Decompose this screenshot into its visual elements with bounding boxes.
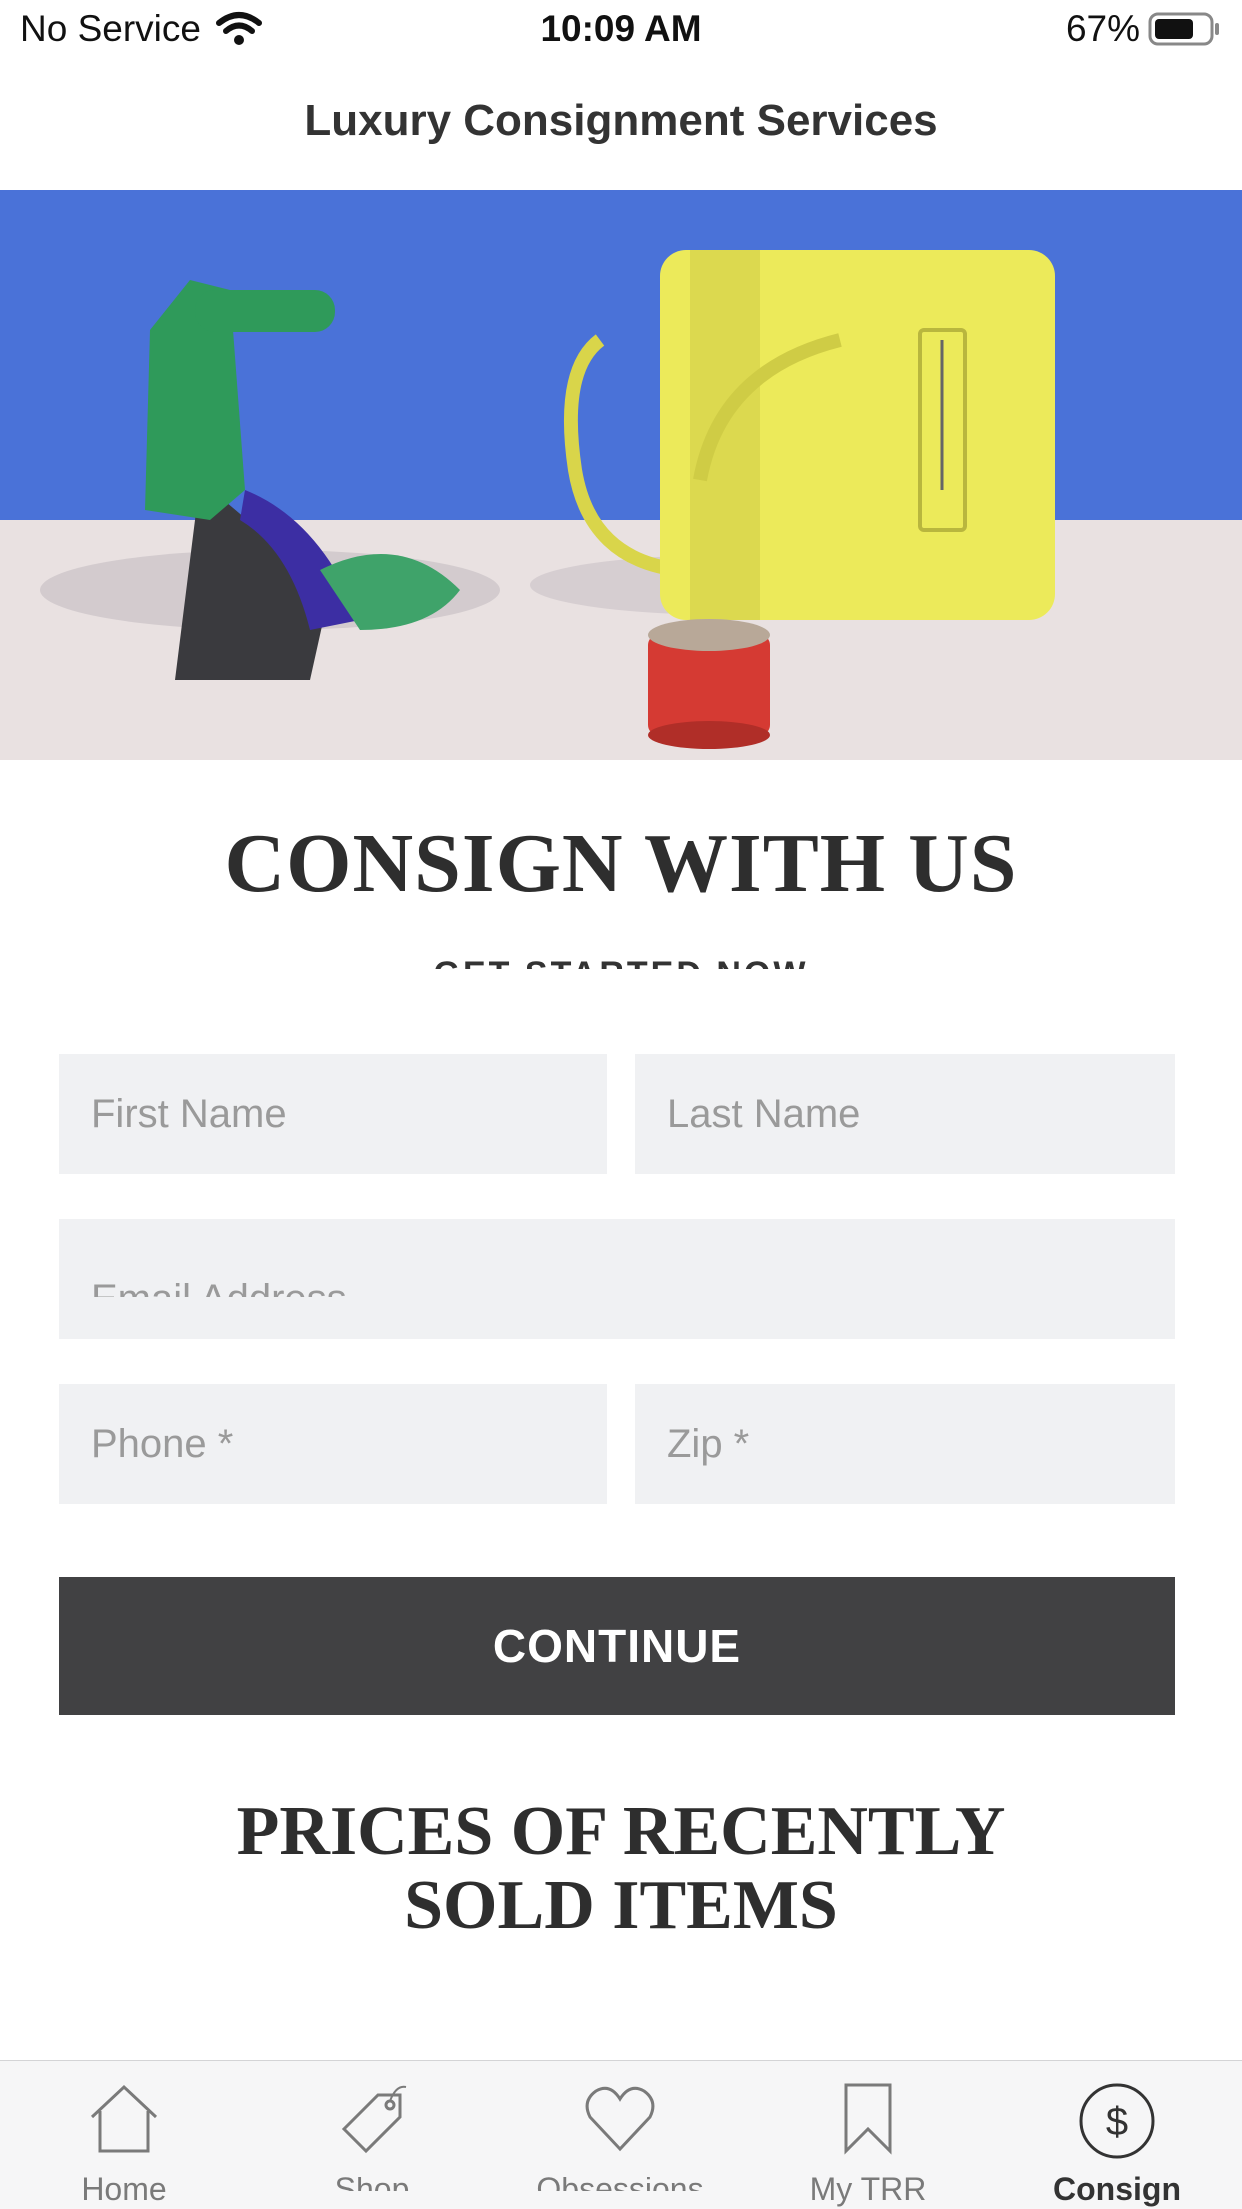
- battery-icon: [1148, 12, 1219, 46]
- tab-consign-label: Consign: [1053, 2171, 1181, 2207]
- tab-home-label: Home: [81, 2171, 167, 2207]
- prices-heading-line1: PRICES OF RECENTLY: [236, 1793, 1006, 1870]
- page-title: Luxury Consignment Services: [304, 96, 938, 145]
- tab-shop-label-clip: Shop: [248, 2177, 496, 2191]
- tab-my-trr[interactable]: My TRR: [744, 2061, 992, 2209]
- prices-heading-line2: SOLD ITEMS: [404, 1867, 838, 1944]
- continue-button[interactable]: CONTINUE: [59, 1577, 1175, 1715]
- heart-icon: [585, 2086, 655, 2152]
- tab-shop-label: Shop: [248, 2177, 496, 2191]
- dollar-icon: $: [1079, 2083, 1155, 2159]
- battery-percent: 67%: [1065, 8, 1140, 49]
- phone-field[interactable]: [59, 1384, 607, 1504]
- first-name-field[interactable]: [59, 1054, 607, 1174]
- prices-heading: PRICES OF RECENTLY SOLD ITEMS: [0, 1795, 1242, 1943]
- tab-obsessions-label-clip: Obsessions: [496, 2177, 744, 2191]
- status-bar: No Service 10:09 AM 67%: [0, 0, 1242, 62]
- tab-obsessions-label: Obsessions: [496, 2177, 744, 2191]
- tag-icon: [341, 2085, 407, 2154]
- tab-my-trr-label: My TRR: [809, 2171, 927, 2207]
- tab-obsessions[interactable]: Obsessions: [496, 2061, 744, 2209]
- tab-home[interactable]: Home: [0, 2061, 248, 2209]
- email-field-container[interactable]: [59, 1219, 1175, 1339]
- consign-heading: CONSIGN WITH US: [224, 817, 1018, 910]
- tab-shop[interactable]: Shop: [248, 2061, 496, 2209]
- hero-image: [0, 190, 1242, 760]
- status-right: 67%: [1066, 8, 1222, 50]
- bookmark-icon: [844, 2083, 892, 2155]
- last-name-field[interactable]: [635, 1054, 1175, 1174]
- tab-consign[interactable]: $ Consign: [992, 2061, 1242, 2209]
- zip-field[interactable]: [635, 1384, 1175, 1504]
- bracelet-icon: [648, 619, 770, 749]
- tab-bar: Home Shop Obsessions My TRR $ Consign: [0, 2060, 1242, 2209]
- get-started-subheading: GET STARTED NOW: [0, 955, 1242, 969]
- svg-text:$: $: [1106, 2100, 1128, 2144]
- home-icon: [90, 2084, 158, 2153]
- email-field[interactable]: [59, 1239, 1175, 1297]
- status-time: 10:09 AM: [540, 8, 702, 49]
- get-started-text: GET STARTED NOW: [0, 955, 1242, 969]
